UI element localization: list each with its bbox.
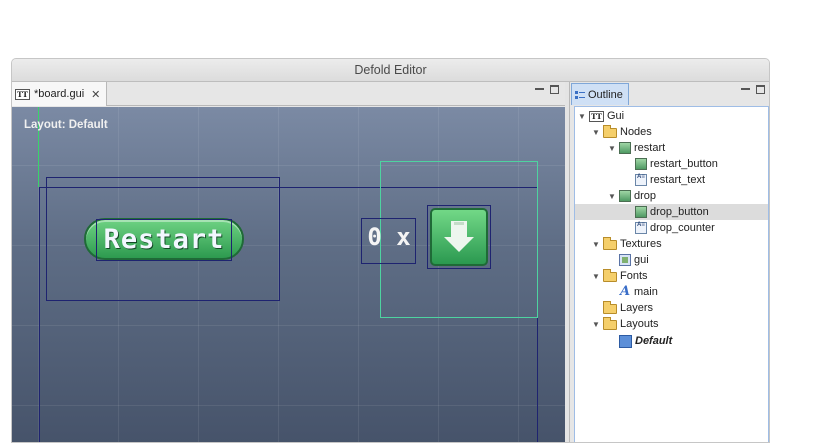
- tree-item-label: main: [634, 286, 658, 298]
- folder-icon: [603, 125, 617, 138]
- window-title: Defold Editor: [12, 59, 769, 82]
- outline-tab-label: Outline: [588, 88, 623, 101]
- expand-arrow-icon[interactable]: ▼: [578, 112, 586, 121]
- tree-item-label: gui: [634, 254, 649, 266]
- tree-item-label: Layers: [620, 302, 654, 314]
- folder-icon: [603, 301, 617, 314]
- folder-icon: [603, 317, 617, 330]
- minimize-icon[interactable]: [741, 85, 750, 94]
- tree-item-label: drop_button: [650, 206, 709, 218]
- tree-item-restart-button[interactable]: restart_button: [575, 156, 768, 172]
- tree-item-layouts[interactable]: ▼ Layouts: [575, 316, 768, 332]
- outline-tree: ▼ TT Gui ▼ Nodes ▼ restart restart_butto…: [574, 106, 769, 442]
- tab-outline[interactable]: Outline: [571, 83, 629, 105]
- tab-label: *board.gui: [34, 88, 85, 100]
- layout-icon: [619, 334, 632, 348]
- tree-item-label: Gui: [607, 110, 625, 122]
- tree-item-drop-button[interactable]: drop_button: [575, 204, 768, 220]
- tree-item-gui-texture[interactable]: gui: [575, 252, 768, 268]
- tree-item-label: Textures: [620, 238, 662, 250]
- restart-text-bounds: [96, 219, 232, 261]
- tree-item-restart[interactable]: ▼ restart: [575, 140, 768, 156]
- editor-pane-controls: [535, 85, 559, 94]
- tree-item-label: drop: [634, 190, 657, 202]
- drop-button-bounds: [427, 205, 491, 269]
- expand-arrow-icon[interactable]: ▼: [592, 240, 600, 249]
- tree-item-label: Layouts: [620, 318, 659, 330]
- scene-canvas[interactable]: Layout: Default Restart 0 x: [12, 107, 565, 442]
- close-tab-icon[interactable]: ✕: [91, 88, 100, 101]
- gui-icon: TT: [589, 110, 604, 122]
- tree-item-drop-counter[interactable]: A≡ drop_counter: [575, 220, 768, 236]
- drop-counter-bounds: [361, 218, 416, 264]
- outline-pane-controls: [741, 85, 765, 94]
- tree-item-gui[interactable]: ▼ TT Gui: [575, 108, 768, 124]
- expand-arrow-icon[interactable]: ▼: [608, 192, 616, 201]
- box-node-icon: [635, 158, 647, 170]
- editor-tab-strip: TT *board.gui ✕: [12, 82, 565, 106]
- text-node-icon: A≡: [635, 174, 647, 186]
- tree-item-label: Default: [635, 335, 673, 347]
- texture-icon: [619, 254, 631, 266]
- maximize-icon[interactable]: [550, 85, 559, 94]
- outline-icon: [575, 90, 585, 100]
- editor-window: Defold Editor TT *board.gui ✕ Layout: De…: [11, 58, 770, 443]
- tree-item-textures[interactable]: ▼ Textures: [575, 236, 768, 252]
- tree-item-label: drop_counter: [650, 222, 715, 234]
- tree-item-label: restart: [634, 142, 666, 154]
- gui-file-icon: TT: [15, 88, 30, 100]
- tab-board-gui[interactable]: TT *board.gui ✕: [12, 82, 107, 106]
- folder-icon: [603, 269, 617, 282]
- text-node-icon: A≡: [635, 222, 647, 234]
- tree-item-label: restart_button: [650, 158, 718, 170]
- folder-icon: [603, 237, 617, 250]
- box-node-icon: [635, 206, 647, 218]
- tree-item-label: Nodes: [620, 126, 652, 138]
- tree-item-main-font[interactable]: A main: [575, 284, 768, 300]
- layout-label: Layout: Default: [24, 119, 108, 131]
- tree-item-fonts[interactable]: ▼ Fonts: [575, 268, 768, 284]
- tree-item-nodes[interactable]: ▼ Nodes: [575, 124, 768, 140]
- expand-arrow-icon[interactable]: ▼: [592, 272, 600, 281]
- maximize-icon[interactable]: [756, 85, 765, 94]
- tree-item-default-layout[interactable]: Default: [575, 333, 768, 349]
- box-node-icon: [619, 142, 631, 154]
- expand-arrow-icon[interactable]: ▼: [592, 128, 600, 137]
- box-node-icon: [619, 190, 631, 202]
- tree-item-drop[interactable]: ▼ drop: [575, 188, 768, 204]
- expand-arrow-icon[interactable]: ▼: [608, 144, 616, 153]
- expand-arrow-icon[interactable]: ▼: [592, 320, 600, 329]
- tree-item-restart-text[interactable]: A≡ restart_text: [575, 172, 768, 188]
- tree-item-label: Fonts: [620, 270, 648, 282]
- editor-pane: TT *board.gui ✕ Layout: Default Restart …: [12, 82, 565, 442]
- tree-item-label: restart_text: [650, 174, 706, 186]
- font-icon: A: [619, 283, 631, 299]
- outline-pane: Outline ▼ TT Gui ▼ Nodes ▼ restart resta…: [569, 82, 769, 442]
- tree-item-layers[interactable]: Layers: [575, 300, 768, 316]
- minimize-icon[interactable]: [535, 85, 544, 94]
